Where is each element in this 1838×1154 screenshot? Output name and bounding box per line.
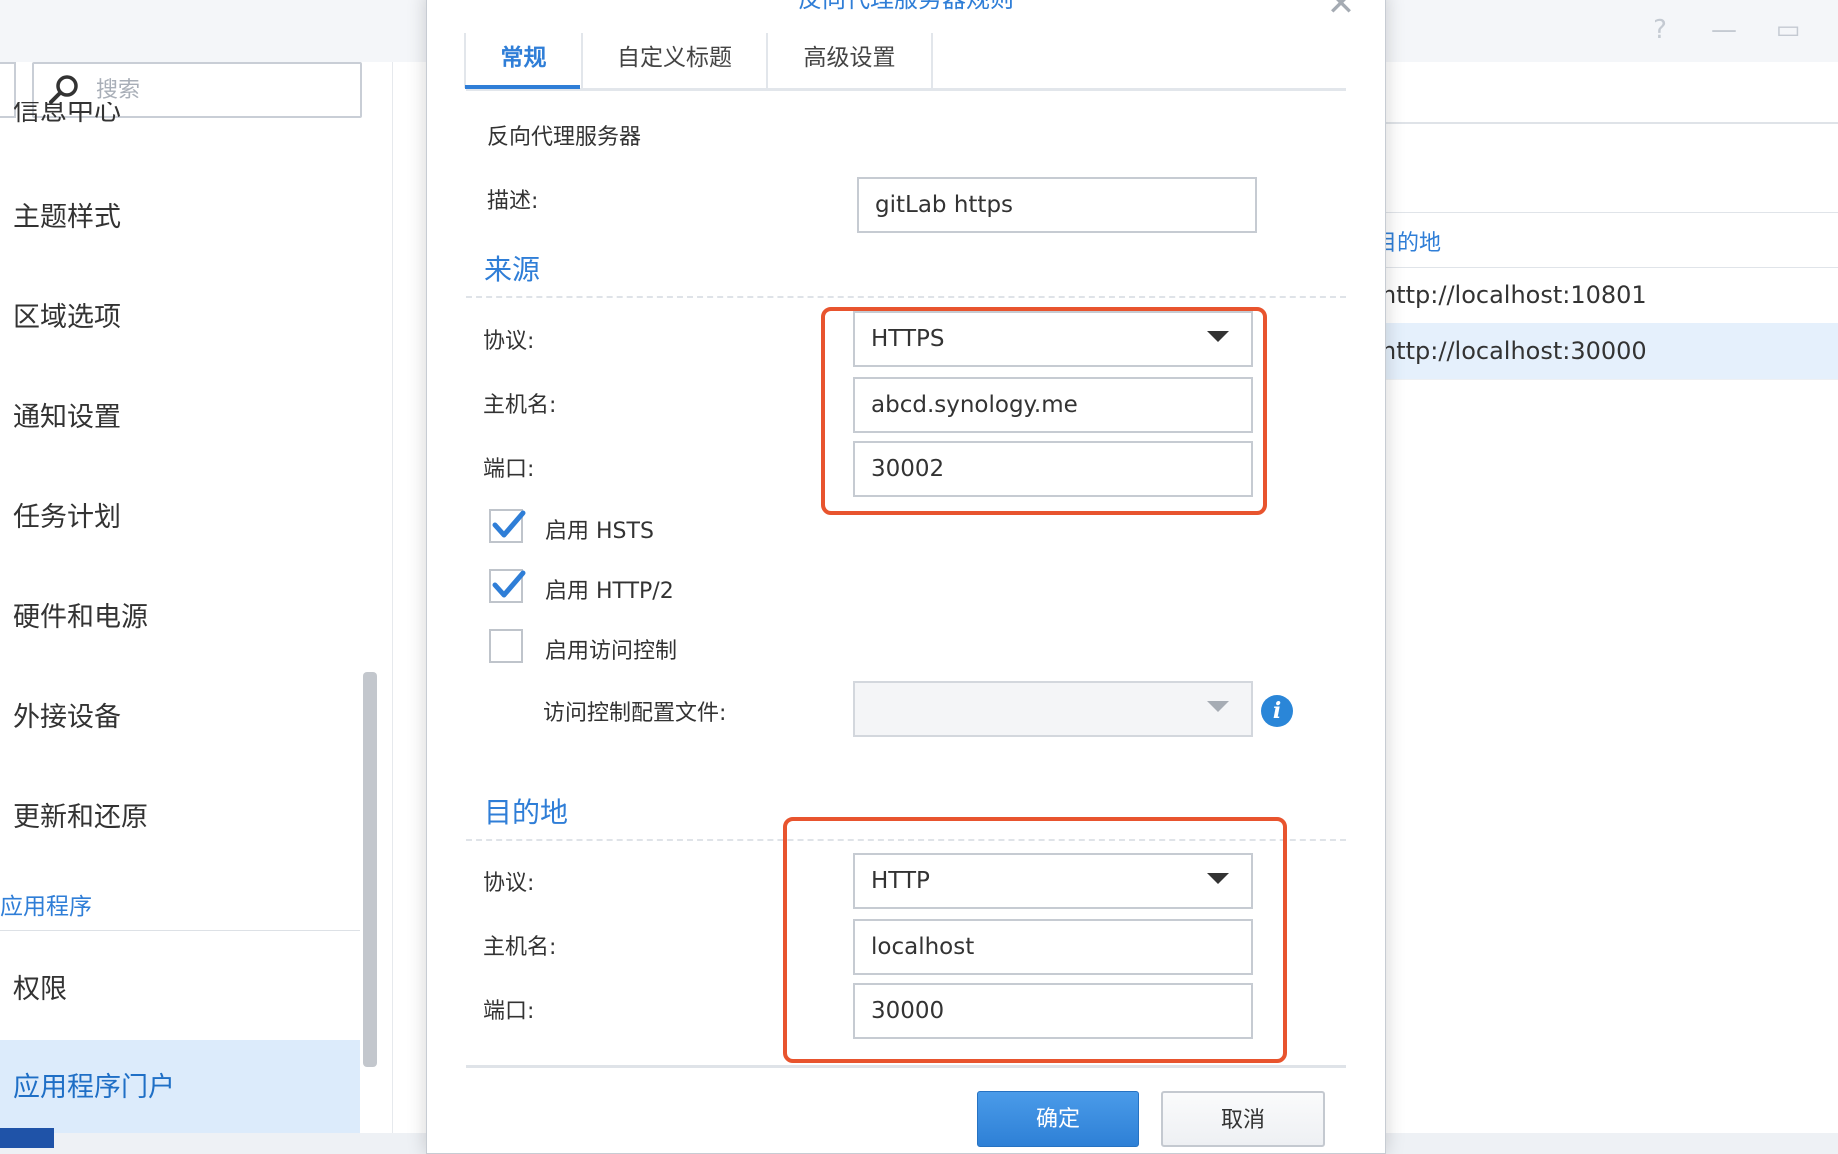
- destination-heading: 目的地: [484, 796, 569, 829]
- source-protocol-label: 协议:: [483, 329, 535, 354]
- acl-profile-label: 访问控制配置文件:: [543, 701, 727, 726]
- sidebar-item-application-portal[interactable]: 应用程序门户: [0, 1040, 360, 1133]
- sidebar-item-hardware-power[interactable]: 硬件和电源: [0, 570, 360, 666]
- help-icon[interactable]: ?: [1640, 14, 1680, 46]
- destination-port-label: 端口:: [483, 999, 535, 1024]
- dialog-title: 反向代理服务器规则: [427, 0, 1385, 14]
- sidebar-scrollbar[interactable]: [363, 672, 377, 1067]
- http2-checkbox[interactable]: [489, 569, 526, 603]
- description-field[interactable]: gitLab https: [857, 177, 1257, 233]
- table-header: 目的地: [1375, 212, 1838, 268]
- maximize-icon[interactable]: ▭: [1768, 14, 1808, 46]
- section-divider: [466, 296, 1346, 298]
- sidebar-item-info-center[interactable]: 信息中心: [0, 102, 360, 132]
- hsts-label[interactable]: 启用 HSTS: [545, 513, 654, 545]
- sidebar-item-external-devices[interactable]: 外接设备: [0, 670, 360, 766]
- minimize-icon[interactable]: —: [1704, 14, 1744, 46]
- destination-protocol-label: 协议:: [483, 871, 535, 896]
- cancel-button[interactable]: 取消: [1161, 1091, 1325, 1147]
- table-row[interactable]: http://localhost:10801: [1375, 267, 1838, 324]
- checkmark-icon: [492, 510, 526, 538]
- sidebar-item-privileges[interactable]: 权限: [0, 942, 360, 1038]
- tab-general[interactable]: 常规: [466, 33, 583, 88]
- sidebar-item-regional[interactable]: 区域选项: [0, 270, 360, 366]
- destination-highlight-box: [783, 817, 1287, 1063]
- table-row[interactable]: http://localhost:30000: [1375, 323, 1838, 380]
- chevron-down-icon: [1207, 701, 1229, 712]
- checkmark-icon: [492, 570, 526, 598]
- group-label: 反向代理服务器: [487, 125, 642, 150]
- sidebar-divider: [0, 930, 360, 931]
- main-toolbar: [1386, 62, 1838, 124]
- acl-profile-select[interactable]: [853, 681, 1253, 737]
- taskbar-button[interactable]: [0, 1128, 54, 1148]
- info-icon[interactable]: i: [1261, 695, 1293, 727]
- close-icon[interactable]: ✕: [1321, 0, 1361, 27]
- description-label: 描述:: [487, 189, 539, 214]
- sidebar-item-notification[interactable]: 通知设置: [0, 370, 360, 466]
- tab-advanced[interactable]: 高级设置: [768, 33, 933, 88]
- footer-divider: [466, 1065, 1346, 1068]
- active-tab-indicator: [465, 85, 580, 89]
- destination-hostname-label: 主机名:: [483, 935, 557, 960]
- source-port-label: 端口:: [483, 457, 535, 482]
- sidebar-item-theme[interactable]: 主题样式: [0, 170, 360, 266]
- hsts-checkbox[interactable]: [489, 509, 526, 543]
- http2-label[interactable]: 启用 HTTP/2: [545, 573, 674, 605]
- sidebar-item-update-restore[interactable]: 更新和还原: [0, 770, 360, 866]
- sidebar-item-task-scheduler[interactable]: 任务计划: [0, 470, 360, 566]
- access-control-label[interactable]: 启用访问控制: [545, 633, 677, 665]
- source-highlight-box: [821, 307, 1267, 515]
- tab-custom-header[interactable]: 自定义标题: [583, 33, 768, 88]
- reverse-proxy-rule-dialog: 反向代理服务器规则 ✕ 常规 自定义标题 高级设置 反向代理服务器 描述: gi…: [426, 0, 1386, 1154]
- source-hostname-label: 主机名:: [483, 393, 557, 418]
- confirm-button[interactable]: 确定: [977, 1091, 1139, 1147]
- access-control-checkbox[interactable]: [489, 629, 523, 663]
- tab-bar: 常规 自定义标题 高级设置: [464, 33, 1346, 91]
- sidebar: 信息中心 主题样式 区域选项 通知设置 任务计划 硬件和电源 外接设备 更新和还…: [0, 62, 393, 1133]
- sidebar-category-applications: 应用程序: [0, 894, 92, 920]
- source-heading: 来源: [484, 253, 541, 286]
